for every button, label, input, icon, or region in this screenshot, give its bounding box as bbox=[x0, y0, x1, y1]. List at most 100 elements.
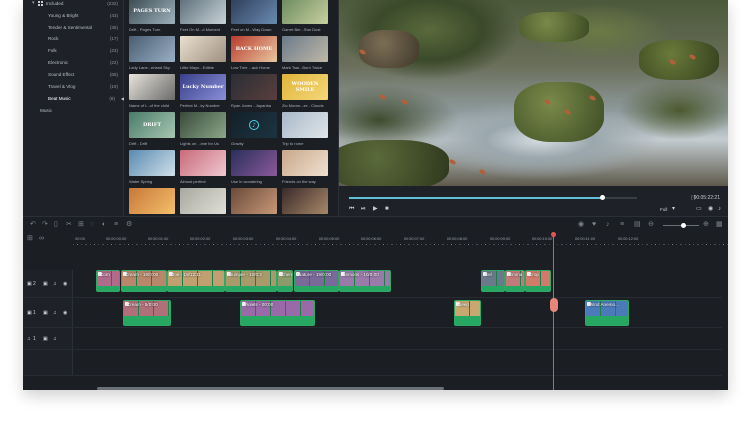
media-tile[interactable]: PAGES TURN Drift - Pages Turn bbox=[129, 0, 175, 32]
chevron-down-icon[interactable]: ▾ bbox=[32, 0, 35, 9]
audio-icon[interactable]: ≡ bbox=[114, 221, 118, 229]
media-thumbnail bbox=[180, 112, 226, 138]
speed-icon[interactable]: ◌ bbox=[90, 221, 94, 229]
zoom-slider-knob[interactable] bbox=[680, 223, 686, 228]
timeline-clip[interactable]: Corn bbox=[96, 270, 120, 292]
redo-icon[interactable]: ↷ bbox=[42, 221, 48, 229]
speaker-icon[interactable]: ♫ bbox=[53, 281, 57, 287]
play-icon[interactable]: ▶ bbox=[373, 206, 378, 213]
sidebar-item-included[interactable]: ▾ Included (232) bbox=[23, 0, 124, 9]
shield-icon[interactable]: ♥ bbox=[592, 221, 596, 229]
timeline-clip[interactable]: Cream - 19/0:00 bbox=[121, 270, 167, 292]
play-pause-icon[interactable]: ⏯ bbox=[361, 206, 366, 213]
media-tile[interactable]: Lucky Number Perfect M...ky Number bbox=[180, 74, 226, 108]
media-tile[interactable]: DRIFT Drift - Drift bbox=[129, 112, 175, 146]
timeline-clip[interactable]: Lemons - 10/0:00 bbox=[339, 270, 391, 292]
timeline-clip[interactable]: Nature - 19/0:00 bbox=[294, 270, 339, 292]
timeline-clip[interactable]: Violets - 00:00 bbox=[240, 300, 315, 326]
crop-icon[interactable]: ⊞ bbox=[78, 221, 84, 229]
media-tile[interactable]: Friends on the way bbox=[282, 150, 328, 184]
media-tile[interactable] bbox=[129, 188, 175, 214]
sidebar-item-music[interactable]: Music bbox=[23, 105, 124, 116]
media-caption: Lady Lane...erland Sky bbox=[129, 65, 170, 70]
timeline-clip[interactable]: Cream - 5/0:00 bbox=[123, 300, 171, 326]
render-icon[interactable]: ◉ bbox=[578, 221, 584, 229]
sidebar-item-folk[interactable]: Folk (23) bbox=[23, 45, 124, 56]
eye-icon[interactable]: ◉ bbox=[63, 281, 67, 287]
sidebar-item-young-bright[interactable]: Young & Bright (43) bbox=[23, 10, 124, 21]
zoom-slider[interactable] bbox=[663, 223, 699, 228]
timeline-clip[interactable]: Chen bbox=[277, 270, 293, 292]
timeline-clip[interactable]: Bumper - 10/0:2 bbox=[225, 270, 277, 292]
music-note-icon: ♪ bbox=[249, 120, 259, 130]
speaker-icon[interactable]: ♫ bbox=[53, 336, 57, 342]
sidebar-item-rock[interactable]: Rock (17) bbox=[23, 33, 124, 44]
ruler-time-label: 00:00:11:00 bbox=[574, 236, 596, 241]
mic-icon[interactable]: ♪ bbox=[606, 221, 610, 229]
lock-icon[interactable]: ▣ bbox=[43, 336, 48, 342]
media-caption: Name of t...of the child bbox=[129, 103, 170, 108]
speaker-icon[interactable]: ♫ bbox=[53, 310, 57, 316]
sidebar-item-count: (17) bbox=[109, 36, 118, 41]
playback-progress-bar[interactable] bbox=[349, 195, 637, 200]
media-tile[interactable]: Almost perfect bbox=[180, 150, 226, 184]
media-tile[interactable] bbox=[282, 188, 328, 214]
timeline-clip[interactable]: Emma bbox=[505, 270, 525, 292]
color-icon[interactable]: ◐ bbox=[102, 221, 106, 229]
media-tile[interactable]: Feet On M...d Moment bbox=[180, 0, 226, 32]
timeline-horizontal-scrollbar[interactable] bbox=[97, 387, 444, 390]
timeline-settings-icon[interactable]: ▦ bbox=[716, 221, 723, 229]
media-tile[interactable]: Mark Tsai...Born Twice bbox=[282, 36, 328, 70]
timeline-clip[interactable]: Wind Anemo... bbox=[585, 300, 629, 326]
media-tile[interactable]: Lady Lane...erland Sky bbox=[129, 36, 175, 70]
settings-icon[interactable]: ⚙ bbox=[126, 221, 132, 229]
eye-icon[interactable]: ◉ bbox=[63, 310, 67, 316]
media-tile[interactable]: Little Mayo - Edible bbox=[180, 36, 226, 70]
media-tile[interactable]: Garret Ber...Star Dust bbox=[282, 0, 328, 32]
media-tile[interactable]: Lights on ...ime for Us bbox=[180, 112, 226, 146]
quality-select[interactable]: Full bbox=[660, 207, 667, 212]
media-tile[interactable]: Name of t...of the child bbox=[129, 74, 175, 108]
media-tile[interactable] bbox=[180, 188, 226, 214]
add-track-icon[interactable]: ⊞ bbox=[27, 235, 33, 243]
media-tile[interactable]: WOODEN SMILE Zio Moran...ze - Clouds bbox=[282, 74, 328, 108]
timeline-clip[interactable]: Doe - 19/12:11 bbox=[167, 270, 225, 292]
undo-icon[interactable]: ↶ bbox=[30, 221, 36, 229]
cut-icon[interactable]: ✂ bbox=[66, 221, 72, 229]
link-icon[interactable]: ∞ bbox=[39, 235, 44, 243]
zoom-in-icon[interactable]: ⊕ bbox=[703, 221, 709, 229]
voiceover-icon[interactable]: ≡ bbox=[620, 221, 624, 229]
media-tile[interactable]: Ryan Jones - Japanba bbox=[231, 74, 277, 108]
timeline-clip[interactable]: Deep bbox=[454, 300, 481, 326]
media-tile[interactable]: Feet on M...Way Down bbox=[231, 0, 277, 32]
sidebar-item-tender-sentimental[interactable]: Tender & Sentimental (36) bbox=[23, 22, 124, 33]
sidebar-item-electronic[interactable]: Electronic (22) bbox=[23, 57, 124, 68]
snapshot-icon[interactable]: ▤ bbox=[634, 221, 641, 229]
lock-icon[interactable]: ▣ bbox=[43, 281, 48, 287]
media-tile[interactable]: ♪ Gravity bbox=[231, 112, 277, 146]
media-tile[interactable] bbox=[231, 188, 277, 214]
video-preview[interactable] bbox=[339, 0, 728, 186]
media-tile[interactable]: Use in wondering bbox=[231, 150, 277, 184]
camera-icon[interactable]: ◉ bbox=[708, 206, 713, 213]
dropdown-arrow-icon[interactable]: ▾ bbox=[672, 206, 675, 213]
media-caption: Almost perfect bbox=[180, 179, 206, 184]
media-tile[interactable]: BACK HOME Low Tree ...ack Home bbox=[231, 36, 277, 70]
playback-progress-knob[interactable] bbox=[600, 195, 606, 200]
zoom-out-icon[interactable]: ⊖ bbox=[648, 221, 654, 229]
stop-icon[interactable]: ■ bbox=[385, 206, 389, 213]
timeline-ruler[interactable]: ⊞ ∞ 00:00 00:00:00:00 00:00:01:00 00:00:02:… bbox=[23, 233, 728, 246]
sidebar-item-travel-vlog[interactable]: Travel & Vlog (19) bbox=[23, 81, 124, 92]
media-tile[interactable]: Trip to rome bbox=[282, 112, 328, 146]
sidebar-item-beat-music[interactable]: Beat Music (8) ◀ bbox=[23, 93, 124, 104]
media-tile[interactable]: Water Spring bbox=[129, 150, 175, 184]
volume-icon[interactable]: ♪ bbox=[718, 206, 721, 213]
sidebar-item-sound-effect[interactable]: Sound Effect (65) bbox=[23, 69, 124, 80]
delete-icon[interactable]: ▯ bbox=[54, 221, 58, 229]
split-marker[interactable] bbox=[550, 298, 558, 312]
lock-icon[interactable]: ▣ bbox=[43, 310, 48, 316]
timeline-clip[interactable]: Crop bbox=[525, 270, 551, 292]
timeline-clip[interactable]: Sel bbox=[481, 270, 505, 292]
step-back-icon[interactable]: ⏮ bbox=[349, 206, 354, 213]
monitor-icon[interactable]: ▭ bbox=[696, 206, 702, 213]
